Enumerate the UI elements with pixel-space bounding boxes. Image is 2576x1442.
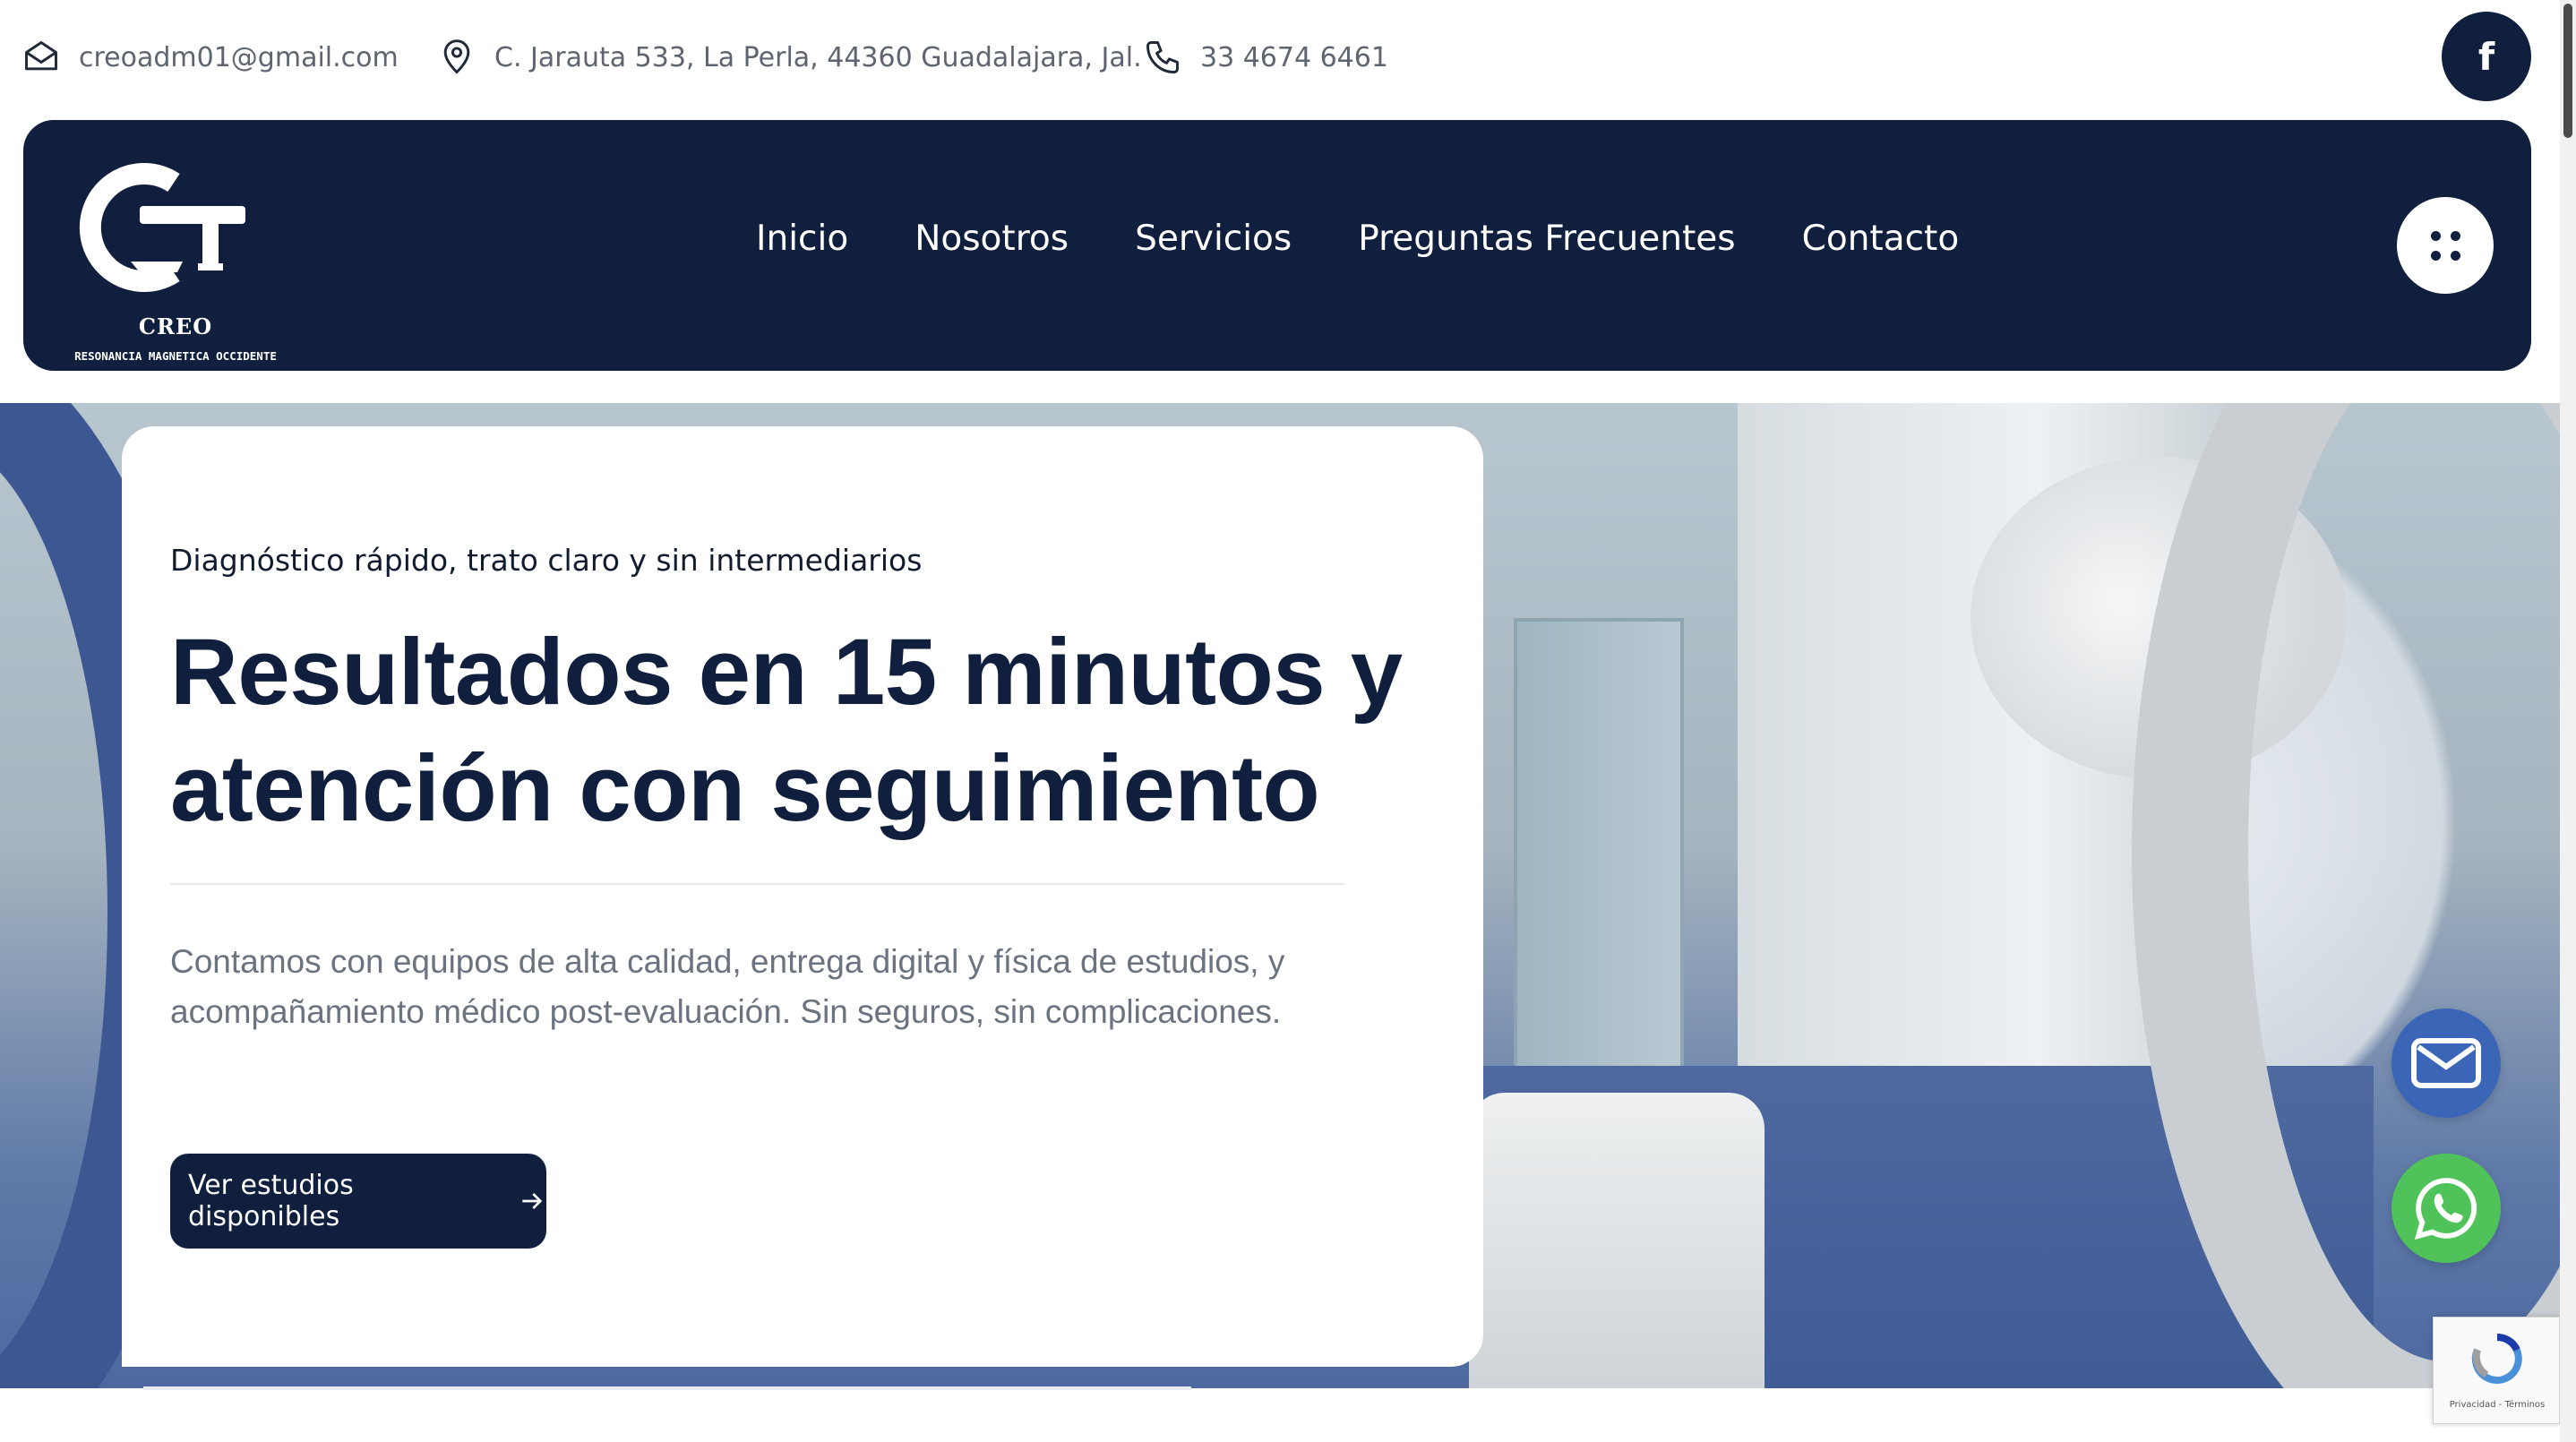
- logo-tagline: RESONANCIA MAGNETICA OCCIDENTE: [74, 349, 277, 363]
- facebook-icon: f: [2477, 34, 2495, 79]
- envelope-outline-icon: [25, 41, 57, 71]
- float-whatsapp-button[interactable]: [2391, 1154, 2501, 1263]
- recaptcha-text: Privacidad - Términos: [2449, 1400, 2546, 1410]
- view-studies-label: Ver estudios disponibles: [188, 1170, 354, 1232]
- nav-servicios[interactable]: Servicios: [1135, 219, 1292, 259]
- contact-phone-text: 33 4674 6461: [1200, 41, 1388, 73]
- arrow-right-icon: [522, 1193, 543, 1209]
- contact-address[interactable]: C. Jarauta 533, La Perla, 44360 Guadalaj…: [437, 30, 1142, 84]
- hero-title: Resultados en 15 minutos y atención con …: [170, 620, 1403, 841]
- hero-description: Contamos con equipos de alta calidad, en…: [170, 943, 1285, 1030]
- nav-inicio[interactable]: Inicio: [756, 219, 848, 259]
- envelope-icon: [2411, 1038, 2481, 1088]
- creo-logo[interactable]: CREO RESONANCIA MAGNETICA OCCIDENTE: [68, 147, 283, 363]
- nav-nosotros[interactable]: Nosotros: [914, 219, 1069, 259]
- main-nav: Inicio Nosotros Servicios Preguntas Frec…: [756, 219, 1959, 259]
- map-pin-icon: [443, 39, 470, 74]
- top-info-bar: creoadm01@gmail.com C. Jarauta 533, La P…: [0, 0, 2576, 116]
- contact-email-text: creoadm01@gmail.com: [79, 41, 399, 73]
- scroll-thumb[interactable]: [2563, 4, 2572, 138]
- hero-eyebrow: Diagnóstico rápido, trato claro y sin in…: [170, 543, 923, 578]
- contact-email[interactable]: creoadm01@gmail.com: [21, 30, 399, 84]
- whatsapp-icon: [2414, 1178, 2477, 1240]
- hero-photo-bed: [1469, 1093, 1765, 1388]
- recaptcha-badge[interactable]: Privacidad - Términos: [2433, 1317, 2560, 1424]
- facebook-button[interactable]: f: [2442, 12, 2531, 101]
- menu-button[interactable]: [2397, 197, 2494, 294]
- page-scrollbar[interactable]: [2560, 0, 2576, 1442]
- view-studies-button[interactable]: Ver estudios disponibles: [170, 1154, 546, 1249]
- logo-brand: CREO: [138, 313, 213, 339]
- float-mail-button[interactable]: [2391, 1009, 2501, 1118]
- hero-photo-door: [1514, 618, 1684, 1120]
- nav-preguntas-frecuentes[interactable]: Preguntas Frecuentes: [1358, 219, 1735, 259]
- creo-logo-mark: [79, 163, 245, 292]
- contact-address-text: C. Jarauta 533, La Perla, 44360 Guadalaj…: [494, 41, 1142, 73]
- bottom-divider: [143, 1386, 1191, 1390]
- nav-contacto[interactable]: Contacto: [1802, 219, 1960, 259]
- phone-icon: [1146, 41, 1179, 73]
- hero-divider: [170, 883, 1345, 885]
- recaptcha-icon: [2471, 1333, 2522, 1384]
- hero-card: Diagnóstico rápido, trato claro y sin in…: [122, 426, 1483, 1367]
- main-header: CREO RESONANCIA MAGNETICA OCCIDENTE Inic…: [23, 120, 2531, 371]
- contact-phone[interactable]: 33 4674 6461: [1143, 30, 1388, 84]
